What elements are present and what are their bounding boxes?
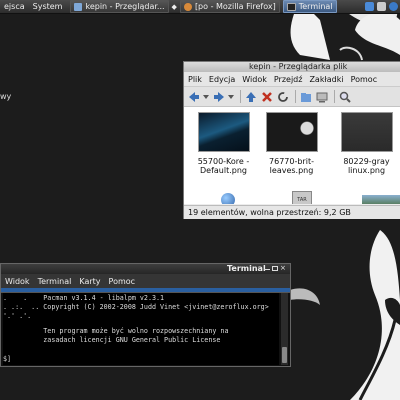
menu-pomoc[interactable]: Pomoc <box>351 75 378 84</box>
file-name: Default.png <box>200 166 247 175</box>
scrollbar-thumb[interactable] <box>282 347 287 363</box>
terminal-line: . . Pacman v3.1.4 - libalpm v2.3.1 <box>3 294 165 302</box>
chevron-down-icon <box>228 94 234 99</box>
file-name: linux.png <box>347 166 386 175</box>
top-panel: ejsca System kepin - Przeglądar... ◆ [po… <box>0 0 400 14</box>
menu-widok[interactable]: Widok <box>5 277 30 286</box>
up-button[interactable] <box>244 90 257 103</box>
toolbar-separator <box>295 90 296 103</box>
terminal-menu-bar: Widok Terminal Karty Pomoc <box>1 274 290 288</box>
search-button[interactable] <box>338 90 351 103</box>
forward-button[interactable] <box>212 90 225 103</box>
image-thumbnail <box>265 112 318 152</box>
menu-pomoc[interactable]: Pomoc <box>109 277 136 286</box>
reload-button[interactable] <box>276 90 289 103</box>
menu-terminal[interactable]: Terminal <box>38 277 72 286</box>
terminal-window: Terminal × Widok Terminal Karty Pomoc . … <box>0 263 291 367</box>
task-label: kepin - Przeglądar... <box>85 2 165 11</box>
computer-icon <box>316 92 327 102</box>
globe-file-icon[interactable] <box>221 193 235 204</box>
toolbar-separator <box>334 90 335 103</box>
menu-plik[interactable]: Plik <box>188 75 202 84</box>
menu-zakladki[interactable]: Zakładki <box>309 75 343 84</box>
image-thumbnail <box>340 112 393 152</box>
minimize-icon[interactable] <box>264 266 270 270</box>
file-name: 55700-Kore - <box>197 157 250 166</box>
chevron-down-icon <box>203 94 209 99</box>
back-arrow-icon <box>188 91 199 102</box>
back-button[interactable] <box>187 90 200 103</box>
folder-icon <box>74 2 83 11</box>
toolbar <box>184 87 400 107</box>
terminal-screen[interactable]: . . Pacman v3.1.4 - libalpm v2.3.1 . .:.… <box>3 293 279 365</box>
menu-edycja[interactable]: Edycja <box>209 75 235 84</box>
file-manager-window: kepin - Przeglądarka plik Plik Edycja Wi… <box>183 61 400 219</box>
desktop-icon-label[interactable]: wy <box>0 92 11 101</box>
network-icon[interactable] <box>365 2 374 11</box>
firefox-icon <box>183 2 192 11</box>
back-dropdown[interactable] <box>203 90 209 103</box>
terminal-line: . .:. .. Copyright (C) 2002-2008 Judd Vi… <box>3 303 269 311</box>
task-label: [po - Mozilla Firefox] <box>194 2 276 11</box>
stop-button[interactable] <box>260 90 273 103</box>
home-folder-icon <box>300 92 311 102</box>
image-thumbnail <box>197 112 250 152</box>
file-name: leaves.png <box>269 166 314 175</box>
file-name: 80229-gray <box>343 157 390 166</box>
update-icon[interactable] <box>389 2 398 11</box>
taskbar-firefox[interactable]: [po - Mozilla Firefox] <box>179 0 280 13</box>
archive-file-icon[interactable]: TAR <box>292 191 312 204</box>
menu-przejdz[interactable]: Przejdź <box>274 75 303 84</box>
taskbar-terminal[interactable]: Terminal <box>282 0 337 13</box>
file-name: 76770-brit- <box>269 157 314 166</box>
terminal-line: '.' .'. <box>3 312 32 320</box>
places-menu[interactable]: ejsca <box>0 2 29 11</box>
terminal-titlebar[interactable]: Terminal × <box>1 264 290 274</box>
forward-arrow-icon <box>213 91 224 102</box>
task-arrow-icon: ◆ <box>171 2 177 11</box>
toolbar-separator <box>240 90 241 103</box>
stop-icon <box>261 91 272 102</box>
terminal-icon <box>286 2 296 11</box>
image-file-thumbnail[interactable] <box>362 195 400 204</box>
terminal-line: zasadach licencji GNU General Public Lic… <box>3 336 221 344</box>
system-tray <box>362 0 400 13</box>
terminal-prompt: $] <box>3 355 12 363</box>
archive-label: TAR <box>297 197 307 203</box>
system-menu[interactable]: System <box>29 2 67 11</box>
menu-widok[interactable]: Widok <box>242 75 267 84</box>
window-title[interactable]: kepin - Przeglądarka plik <box>184 62 400 72</box>
terminal-scrollbar[interactable] <box>281 293 288 365</box>
close-icon[interactable]: × <box>280 265 286 272</box>
task-label: Terminal <box>298 2 333 11</box>
menu-bar: Plik Edycja Widok Przejdź Zakładki Pomoc <box>184 72 400 87</box>
maximize-icon[interactable] <box>272 266 278 271</box>
status-bar: 19 elementów, wolna przestrzeń: 9,2 GB <box>184 205 400 219</box>
taskbar-file-manager[interactable]: kepin - Przeglądar... <box>70 0 169 13</box>
file-item[interactable]: 55700-Kore - Default.png <box>186 112 261 175</box>
menu-karty[interactable]: Karty <box>79 277 100 286</box>
forward-dropdown[interactable] <box>228 90 234 103</box>
computer-button[interactable] <box>315 90 328 103</box>
file-item[interactable]: 76770-brit- leaves.png <box>254 112 329 175</box>
home-button[interactable] <box>299 90 312 103</box>
window-title: Terminal <box>227 264 266 273</box>
terminal-line: Ten program może być wolno rozpowszechni… <box>3 327 229 335</box>
file-item[interactable]: 80229-gray linux.png <box>329 112 400 175</box>
file-view[interactable]: 55700-Kore - Default.png 76770-brit- lea… <box>184 107 400 204</box>
up-arrow-icon <box>245 91 256 102</box>
search-icon <box>339 91 351 103</box>
volume-icon[interactable] <box>377 2 386 11</box>
reload-icon <box>277 91 288 102</box>
